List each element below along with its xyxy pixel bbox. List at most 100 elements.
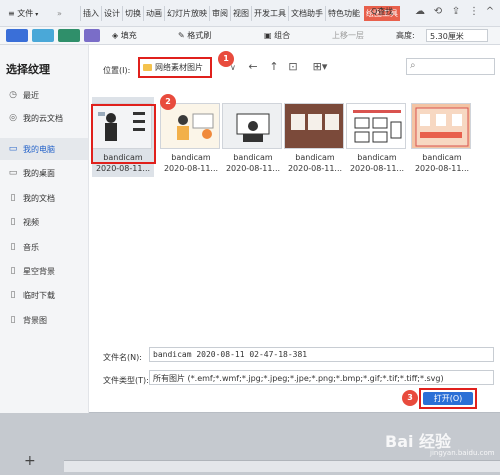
group-button[interactable]: ▣ 组合	[264, 30, 290, 41]
file-preview	[222, 103, 282, 149]
file-preview-image	[347, 104, 405, 148]
file-preview	[346, 103, 406, 149]
style-swatch-blue[interactable]	[6, 29, 28, 42]
cloud-icon[interactable]: ☁	[414, 6, 426, 18]
tab-design[interactable]: 设计	[101, 6, 122, 21]
tab-doc-assistant[interactable]: 文档助手	[288, 6, 325, 21]
tab-insert[interactable]: 插入	[80, 6, 101, 21]
chevron-down-icon[interactable]: ∨	[230, 63, 236, 72]
sidebar-item-music[interactable]: ▯ 音乐	[0, 236, 88, 258]
tab-review[interactable]: 审阅	[209, 6, 230, 21]
sidebar-item-starry-bg[interactable]: ▯ 星空背景	[0, 260, 88, 282]
tab-animation[interactable]: 动画	[143, 6, 164, 21]
height-input[interactable]: 5.30厘米	[426, 29, 488, 42]
group-icon: ▣	[264, 31, 275, 40]
style-swatch-green[interactable]	[58, 29, 80, 42]
file-preview-image	[161, 104, 219, 148]
more-icon[interactable]: ⋮	[468, 6, 480, 18]
filetype-select[interactable]: 所有图片 (*.emf;*.wmf;*.jpg;*.jpeg;*.jpe;*.p…	[149, 370, 494, 385]
sidebar-item-desktop[interactable]: ▭ 我的桌面	[0, 162, 88, 184]
dialog-sidebar: 选择纹理 ◷ 最近 ◎ 我的云文档 ▭ 我的电脑 ▭ 我的桌面 ▯ 我的文档 ▯ 视频 ▯ 音…	[0, 45, 89, 413]
file-preview-image	[285, 104, 343, 148]
cloud-icon: ◎	[9, 113, 17, 123]
height-label: 高度:	[396, 31, 415, 40]
fill-button[interactable]: ◈ 填充	[112, 30, 137, 41]
new-folder-icon[interactable]: ⊡	[286, 60, 300, 74]
folder-icon: ▯	[10, 290, 16, 300]
sidebar-item-my-computer[interactable]: ▭ 我的电脑	[0, 138, 88, 160]
file-date: 2020-08-11...	[225, 164, 281, 173]
up-folder-icon[interactable]: ↑	[267, 60, 281, 74]
file-preview	[284, 103, 344, 149]
step-badge-3: 3	[402, 390, 418, 406]
folder-icon	[143, 64, 152, 71]
bring-forward-button[interactable]: 上移一层	[332, 30, 364, 41]
location-label: 位置(I):	[103, 66, 131, 75]
filename-input[interactable]: bandicam 2020-08-11 02-47-18-381	[149, 347, 494, 362]
file-preview-image	[412, 104, 470, 148]
image-icon: ▯	[10, 266, 16, 276]
step-badge-2: 2	[160, 94, 176, 110]
file-thumbnail-4[interactable]: bandicam 2020-08-11...	[284, 97, 346, 177]
document-icon: ▯	[10, 193, 16, 203]
horizontal-scrollbar[interactable]	[64, 460, 500, 472]
brush-icon: ✎	[178, 31, 188, 40]
view-mode-icon[interactable]: ⊞▾	[310, 60, 330, 74]
music-icon: ▯	[10, 242, 16, 252]
file-menu[interactable]: ≡ 文件 ▾	[8, 8, 38, 19]
watermark-url: jingyan.baidu.com	[430, 449, 495, 457]
back-icon[interactable]: ←	[246, 60, 260, 74]
more-menu-button[interactable]: »	[57, 9, 62, 18]
tab-slideshow[interactable]: 幻灯片放映	[164, 6, 209, 21]
share-icon[interactable]: ⇪	[450, 6, 462, 18]
fill-icon: ◈	[112, 31, 121, 40]
video-icon: ▯	[10, 217, 16, 227]
file-date: 2020-08-11...	[414, 164, 470, 173]
sidebar-item-videos[interactable]: ▯ 视频	[0, 211, 88, 233]
clock-icon: ◷	[9, 90, 17, 100]
file-preview	[411, 103, 471, 149]
file-name: bandicam	[295, 153, 335, 162]
add-slide-icon[interactable]: +	[24, 453, 36, 469]
style-swatch-purple[interactable]	[84, 29, 100, 42]
file-date: 2020-08-11...	[287, 164, 343, 173]
caret-down-icon: ▾	[35, 11, 39, 18]
tab-view[interactable]: 视图	[230, 6, 251, 21]
folder-icon: ▯	[10, 315, 16, 325]
search-button[interactable]: Q查找	[368, 6, 406, 20]
sidebar-item-cloud-docs[interactable]: ◎ 我的云文档	[0, 107, 88, 129]
ribbon-tabs: 插入 设计 切换 动画 幻灯片放映 审阅 视图 开发工具 文档助手 特色功能 绘…	[80, 6, 400, 21]
toolbar: ◈ 填充 ✎ 格式刷 ▣ 组合 上移一层 高度: 5.30厘米	[0, 27, 500, 45]
file-name: bandicam	[422, 153, 462, 162]
file-thumbnail-5[interactable]: bandicam 2020-08-11...	[346, 97, 408, 177]
tab-developer[interactable]: 开发工具	[251, 6, 288, 21]
hamburger-icon: ≡	[8, 9, 18, 18]
file-date: 2020-08-11...	[95, 164, 151, 173]
file-thumbnail-3[interactable]: bandicam 2020-08-11...	[222, 97, 284, 177]
format-painter-button[interactable]: ✎ 格式刷	[178, 30, 211, 41]
desktop-icon: ▭	[8, 168, 18, 178]
file-date: 2020-08-11...	[163, 164, 219, 173]
sidebar-item-documents[interactable]: ▯ 我的文档	[0, 187, 88, 209]
sidebar-item-backgrounds[interactable]: ▯ 背景图	[0, 309, 88, 331]
location-select[interactable]: 网络素材图片	[138, 57, 212, 78]
filename-label: 文件名(N):	[103, 353, 142, 362]
collapse-icon[interactable]: ^	[484, 6, 496, 18]
search-icon: ⌕	[410, 60, 416, 71]
computer-icon: ▭	[8, 144, 18, 154]
selected-file-highlight	[91, 104, 156, 164]
sidebar-item-recent[interactable]: ◷ 最近	[0, 84, 88, 106]
tab-transition[interactable]: 切换	[122, 6, 143, 21]
file-name: bandicam	[171, 153, 211, 162]
sidebar-item-temp-downloads[interactable]: ▯ 临时下载	[0, 284, 88, 306]
file-thumbnail-6[interactable]: bandicam 2020-08-11...	[411, 97, 473, 177]
style-swatch-lightblue[interactable]	[32, 29, 54, 42]
dialog-title: 选择纹理	[6, 63, 50, 76]
tab-special[interactable]: 特色功能	[325, 6, 362, 21]
file-name: bandicam	[233, 153, 273, 162]
open-button[interactable]: 打开(O)	[423, 392, 473, 405]
menu-bar: ≡ 文件 ▾ » 插入 设计 切换 动画 幻灯片放映 审阅 视图 开发工具 文档助…	[0, 0, 500, 27]
search-input[interactable]: ⌕	[406, 58, 495, 75]
filetype-label: 文件类型(T):	[103, 376, 149, 385]
sync-icon[interactable]: ⟲	[432, 6, 444, 18]
